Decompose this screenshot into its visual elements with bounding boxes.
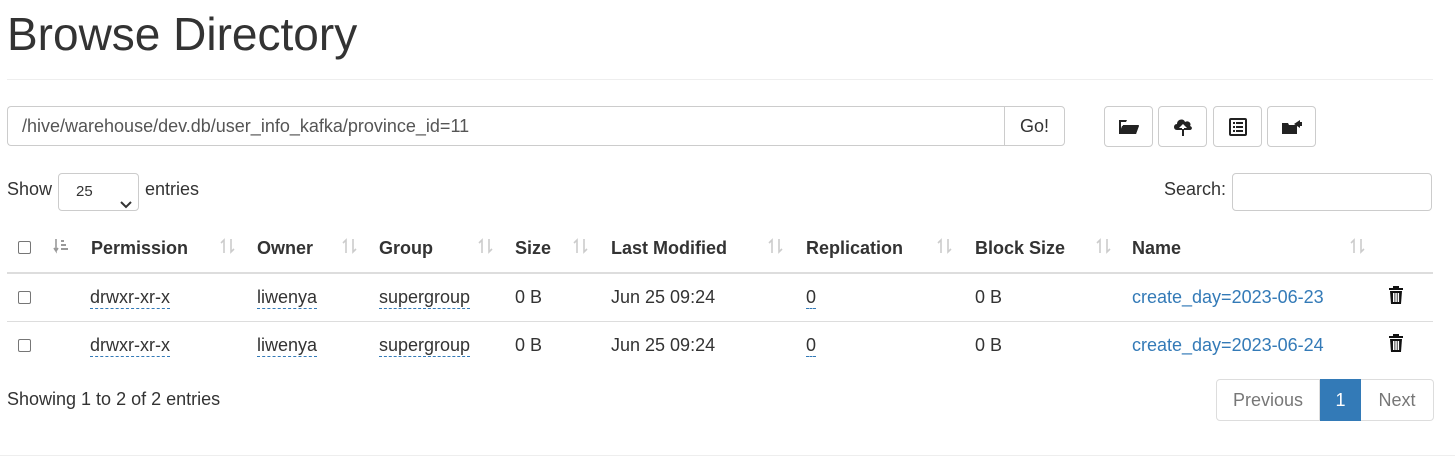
- owner-value[interactable]: liwenya: [257, 287, 318, 309]
- move-button[interactable]: [1267, 106, 1316, 147]
- search-label: Search:: [1164, 179, 1227, 199]
- block-size-value: 0 B: [975, 287, 1003, 307]
- show-label: Show: [7, 179, 53, 199]
- entries-length-value: 25: [76, 183, 93, 200]
- sort-icon: [1350, 238, 1366, 259]
- previous-page-button[interactable]: Previous: [1216, 379, 1320, 421]
- pagination: Previous 1 Next: [1216, 379, 1434, 421]
- title-divider: [7, 79, 1433, 80]
- next-page-button[interactable]: Next: [1361, 379, 1434, 421]
- name-link[interactable]: create_day=2023-06-24: [1132, 335, 1324, 356]
- upload-button[interactable]: [1158, 106, 1207, 147]
- header-size[interactable]: Size: [515, 238, 551, 259]
- row-checkbox[interactable]: [18, 291, 31, 304]
- replication-value[interactable]: 0: [806, 335, 817, 357]
- trash-icon[interactable]: [1388, 285, 1404, 310]
- folder-open-icon: [1118, 118, 1140, 136]
- block-size-value: 0 B: [975, 335, 1003, 355]
- go-button[interactable]: Go!: [1004, 106, 1065, 146]
- trash-icon[interactable]: [1388, 333, 1404, 358]
- table-header-row: Permission Owner Group Size Last Modifie…: [7, 224, 1433, 274]
- current-page-button[interactable]: 1: [1320, 379, 1361, 421]
- permission-value[interactable]: drwxr-xr-x: [90, 335, 170, 357]
- sort-icon: [573, 238, 589, 259]
- header-replication[interactable]: Replication: [806, 238, 903, 259]
- group-value[interactable]: supergroup: [379, 335, 471, 357]
- table-row: drwxr-xr-x liwenya supergroup 0 B Jun 25…: [7, 273, 1433, 322]
- search-input[interactable]: [1232, 173, 1432, 211]
- row-checkbox[interactable]: [18, 339, 31, 352]
- sort-icon: [768, 238, 784, 259]
- name-link[interactable]: create_day=2023-06-23: [1132, 287, 1324, 308]
- path-input[interactable]: [7, 106, 1004, 146]
- list-view-button[interactable]: [1213, 106, 1262, 147]
- last-modified-value: Jun 25 09:24: [611, 287, 716, 307]
- header-owner[interactable]: Owner: [257, 238, 313, 259]
- header-name[interactable]: Name: [1132, 238, 1181, 259]
- cloud-upload-icon: [1172, 117, 1194, 137]
- replication-value[interactable]: 0: [806, 287, 817, 309]
- header-block-size[interactable]: Block Size: [975, 238, 1065, 259]
- list-alt-icon: [1228, 117, 1247, 136]
- table-info: Showing 1 to 2 of 2 entries: [7, 389, 221, 409]
- table-row: drwxr-xr-x liwenya supergroup 0 B Jun 25…: [7, 321, 1433, 370]
- create-directory-button[interactable]: [1104, 106, 1153, 147]
- size-value: 0 B: [515, 287, 543, 307]
- permission-value[interactable]: drwxr-xr-x: [90, 287, 170, 309]
- bottom-divider: [0, 455, 1455, 456]
- chevron-down-icon: [120, 187, 132, 223]
- owner-value[interactable]: liwenya: [257, 335, 318, 357]
- header-last-modified[interactable]: Last Modified: [611, 238, 727, 259]
- group-value[interactable]: supergroup: [379, 287, 471, 309]
- page-title: Browse Directory: [7, 8, 358, 60]
- size-value: 0 B: [515, 335, 543, 355]
- sort-icon: [478, 238, 494, 259]
- entries-label: entries: [145, 179, 200, 199]
- select-all-checkbox[interactable]: [18, 241, 31, 254]
- path-bar: Go!: [7, 106, 1065, 146]
- folder-move-icon: [1281, 118, 1303, 136]
- header-group[interactable]: Group: [379, 238, 433, 259]
- entries-length-select[interactable]: 25: [58, 173, 139, 211]
- sort-icon: [342, 238, 358, 259]
- header-permission[interactable]: Permission: [91, 238, 188, 259]
- sort-icon: [220, 238, 236, 259]
- sort-desc-icon[interactable]: [53, 238, 69, 259]
- sort-icon: [1096, 238, 1112, 259]
- last-modified-value: Jun 25 09:24: [611, 335, 716, 355]
- sort-icon: [937, 238, 953, 259]
